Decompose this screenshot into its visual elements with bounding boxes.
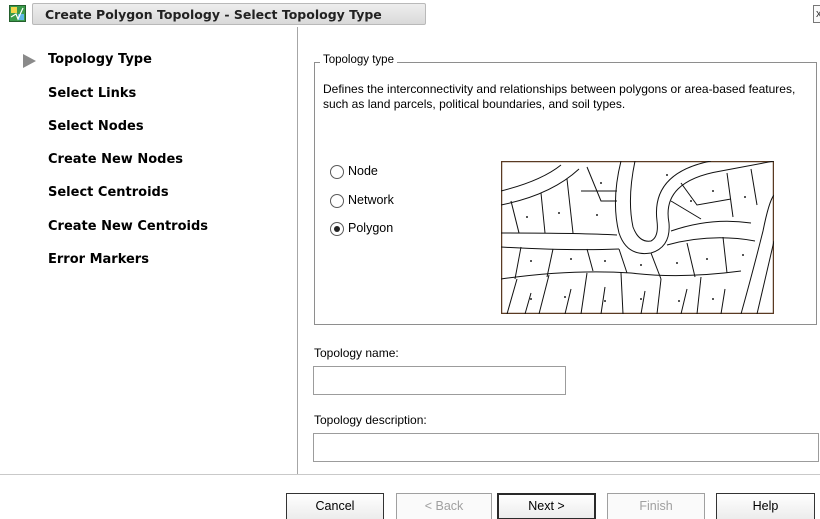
topology-type-legend: Topology type [320,54,397,66]
radio-polygon-label: Polygon [348,221,394,235]
radio-network-circle[interactable] [330,194,344,208]
radio-network-label: Network [348,193,394,207]
back-button[interactable]: < Back [396,493,492,519]
current-step-arrow-icon [23,54,36,68]
topology-description-input[interactable] [313,433,819,462]
topology-name-label: Topology name: [314,346,399,360]
cancel-button[interactable]: Cancel [286,493,384,519]
close-button[interactable]: x [813,5,820,23]
topology-type-description: Defines the interconnectivity and relati… [323,82,796,111]
radio-selected-dot [334,226,340,232]
step-error-markers[interactable]: Error Markers [48,252,149,267]
wizard-steps-panel: Topology Type Select Links Select Nodes … [0,27,298,474]
step-select-nodes[interactable]: Select Nodes [48,119,144,134]
app-icon [9,5,26,22]
step-select-links[interactable]: Select Links [48,86,136,101]
topology-description-label: Topology description: [314,413,427,427]
step-create-new-centroids[interactable]: Create New Centroids [48,219,208,234]
step-select-centroids[interactable]: Select Centroids [48,185,169,200]
polygon-topology-preview-image [501,161,774,314]
help-button[interactable]: Help [716,493,815,519]
step-topology-type[interactable]: Topology Type [48,52,152,67]
topology-name-input[interactable] [313,366,566,395]
radio-node-label: Node [348,164,378,178]
finish-button[interactable]: Finish [607,493,705,519]
title-bar: Create Polygon Topology - Select Topolog… [0,0,820,27]
radio-polygon-circle[interactable] [330,222,344,236]
window-title: Create Polygon Topology - Select Topolog… [32,3,426,25]
step-create-new-nodes[interactable]: Create New Nodes [48,152,183,167]
next-button[interactable]: Next > [497,493,596,519]
radio-node-circle[interactable] [330,165,344,179]
button-bar-divider [0,474,820,475]
